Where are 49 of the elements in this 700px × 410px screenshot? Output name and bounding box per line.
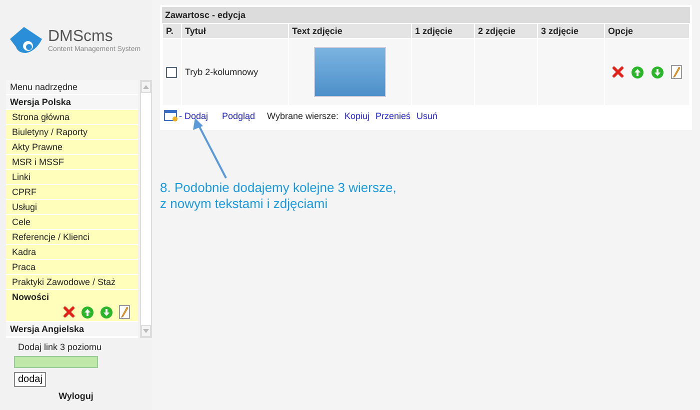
menu-item[interactable]: Praca	[6, 260, 138, 274]
menu-item[interactable]: Strona główna	[6, 110, 138, 124]
annotation-text: 8. Podobnie dodajemy kolejne 3 wiersze,	[160, 180, 396, 196]
edit-icon[interactable]	[671, 65, 682, 79]
input-field[interactable]	[14, 356, 98, 368]
menu-item[interactable]: Cele	[6, 215, 138, 229]
menu-group[interactable]: Wersja Polska	[6, 95, 138, 109]
menu-item[interactable]: Usługi	[6, 200, 138, 214]
row-checkbox[interactable]	[166, 66, 177, 78]
edit-icon[interactable]	[119, 305, 130, 319]
action-link[interactable]: Usuń	[416, 111, 438, 121]
column-header: 2 zdjęcie	[475, 24, 537, 38]
menu-item[interactable]: Referencje / Klienci	[6, 230, 138, 244]
logo-name: DMScms	[48, 28, 114, 46]
menu-item[interactable]: Biuletyny / Raporty	[6, 125, 138, 139]
menu-item[interactable]: Kadra	[6, 245, 138, 259]
action-link[interactable]: Przenieś	[376, 111, 411, 121]
add-link[interactable]: - Dodaj	[179, 111, 208, 121]
scroll-up-icon[interactable]	[143, 85, 149, 89]
column-header: 3 zdjęcie	[538, 24, 604, 38]
add-button[interactable]: dodaj	[14, 372, 46, 387]
action-link[interactable]: Kopiuj	[344, 111, 370, 121]
menu-header[interactable]: Menu nadrzędne	[6, 80, 138, 94]
logout-link[interactable]: Wyloguj	[0, 387, 152, 401]
panel-title: Zawartosc - edycja	[162, 7, 690, 23]
delete-icon[interactable]	[63, 306, 75, 318]
menu-item[interactable]: Nowości	[6, 290, 138, 321]
preview-link[interactable]: Podgląd	[222, 111, 256, 121]
menu-item[interactable]: Praktyki Zawodowe / Staż	[6, 275, 138, 289]
add-row-icon[interactable]	[164, 110, 178, 122]
column-header: Opcje	[605, 24, 689, 38]
delete-icon[interactable]	[612, 66, 624, 78]
logo-icon	[8, 25, 44, 55]
annotation-text: z nowym tekstami i zdjęciami	[160, 196, 329, 212]
menu-item[interactable]: MSR i MSSF	[6, 155, 138, 169]
menu-item[interactable]: CPRF	[6, 185, 138, 199]
menu-item[interactable]: Akty Prawne	[6, 140, 138, 154]
column-header: 1 zdjęcie	[412, 24, 474, 38]
column-header: P.	[163, 24, 181, 38]
photo-placeholder	[314, 47, 386, 97]
table-cell: Tryb 2-kolumnowy	[182, 39, 288, 105]
add-link-label: Dodaj link 3 poziomu	[18, 342, 102, 352]
column-header: Tytuł	[182, 24, 288, 38]
scrollbar[interactable]	[140, 80, 152, 338]
scroll-down-icon[interactable]	[143, 329, 149, 333]
column-header: Text zdjęcie	[289, 24, 411, 38]
menu-item[interactable]: Linki	[6, 170, 138, 184]
selected-rows-label: Wybrane wiersze:	[267, 111, 338, 121]
menu-group[interactable]: Wersja Angielska	[6, 322, 138, 336]
